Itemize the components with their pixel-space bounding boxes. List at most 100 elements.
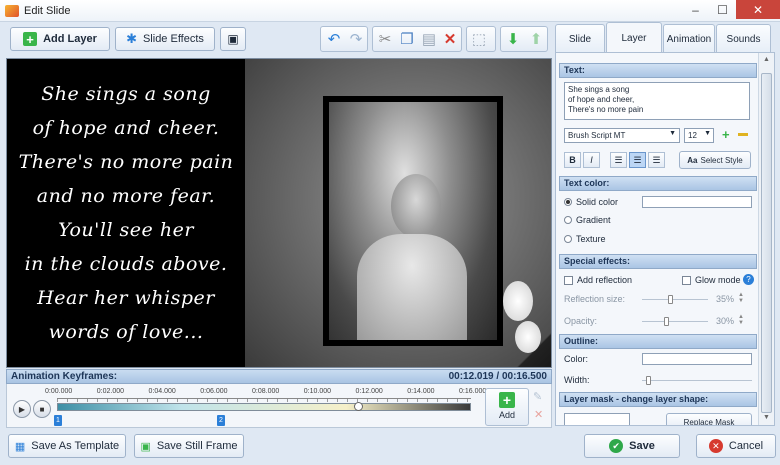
delete-icon[interactable]: ✕ (440, 29, 460, 49)
italic-button[interactable]: I (583, 152, 600, 168)
move-up-icon[interactable]: ⬆ (526, 29, 546, 49)
text-color-swatch[interactable] (642, 196, 752, 208)
font-size-select[interactable]: 12 ▼ (684, 128, 714, 143)
add-layer-label: Add Layer (43, 33, 97, 45)
scroll-up-icon[interactable]: ▲ (763, 56, 770, 63)
chevron-down-icon: ▼ (669, 130, 676, 137)
cut-icon[interactable]: ✂ (375, 29, 395, 49)
maximize-button[interactable]: ☐ (709, 0, 736, 19)
spin-icon[interactable]: ▲ ▼ (738, 292, 744, 304)
text-color-header: Text color: (559, 176, 757, 191)
gradient-radio[interactable] (564, 216, 572, 224)
save-button[interactable]: ✔ Save (584, 434, 680, 458)
bold-button[interactable]: B (564, 152, 581, 168)
edit-keyframe-icon[interactable]: ✎ (533, 390, 542, 403)
align-left-button[interactable]: ☰ (610, 152, 627, 168)
outline-width-knob[interactable] (646, 376, 651, 385)
scrollbar-thumb[interactable] (761, 73, 772, 413)
tab-slide[interactable]: Slide (555, 24, 605, 53)
decrease-size-icon[interactable] (738, 133, 748, 136)
text-section-header: Text: (559, 63, 757, 78)
keyframes-header: Animation Keyframes: 00:12.019 / 00:16.5… (6, 369, 552, 384)
template-icon: ▦ (14, 440, 26, 453)
text-layer[interactable]: She sings a song of hope and cheer. Ther… (7, 59, 245, 367)
font-size-value: 12 (688, 131, 697, 140)
align-icon[interactable]: ⬚ (469, 29, 489, 49)
app-icon (5, 4, 19, 17)
reflection-size-slider[interactable] (642, 299, 708, 300)
poem-line: of hope and cheer. (32, 117, 220, 139)
opacity-value: 30% (716, 316, 735, 326)
add-layer-button[interactable]: + Add Layer (10, 27, 110, 51)
add-reflection-checkbox[interactable] (564, 276, 573, 285)
increase-size-icon[interactable]: + (722, 127, 730, 142)
window-title: Edit Slide (24, 4, 71, 17)
cancel-button[interactable]: ✕ Cancel (696, 434, 776, 458)
portrait-face (391, 174, 441, 238)
move-down-icon[interactable]: ⬇ (503, 29, 523, 49)
texture-radio[interactable] (564, 235, 572, 243)
copy-icon[interactable]: ❐ (397, 29, 417, 49)
add-reflection-label: Add reflection (577, 275, 633, 285)
keyframe-marker[interactable]: 2 (217, 415, 225, 426)
camera-button[interactable]: ▣ (220, 27, 246, 51)
outline-width-slider[interactable] (642, 380, 752, 381)
opacity-knob[interactable] (664, 317, 669, 326)
panel-scrollbar[interactable]: ▲ ▼ (758, 53, 774, 425)
align-center-button[interactable]: ☰ (629, 152, 646, 168)
replace-mask-button[interactable]: Replace Mask (666, 413, 752, 425)
paste-icon[interactable]: ▤ (419, 29, 439, 49)
help-icon[interactable]: ? (743, 274, 754, 285)
add-keyframe-button[interactable]: + Add (485, 388, 529, 426)
timeline-tick-label: 0:10.000 (303, 388, 331, 395)
solid-color-radio[interactable] (564, 198, 572, 206)
tab-sounds[interactable]: Sounds (716, 24, 771, 53)
save-still-frame-label: Save Still Frame (156, 440, 238, 452)
reflection-size-knob[interactable] (668, 295, 673, 304)
cancel-icon: ✕ (708, 439, 723, 453)
mask-preview (564, 413, 630, 425)
delete-keyframe-icon[interactable]: ✕ (534, 408, 543, 421)
minimize-button[interactable]: – (682, 0, 709, 19)
spin-icon[interactable]: ▲ ▼ (738, 314, 744, 326)
save-template-button[interactable]: ▦ Save As Template (8, 434, 126, 458)
opacity-slider[interactable] (642, 321, 708, 322)
scroll-down-icon[interactable]: ▼ (763, 414, 770, 421)
timeline-tick-label: 0:16.000 (459, 388, 487, 395)
plus-icon: + (499, 392, 515, 408)
save-still-frame-button[interactable]: ▣ Save Still Frame (134, 434, 244, 458)
bottom-bar: ▦ Save As Template ▣ Save Still Frame ✔ … (0, 430, 780, 465)
text-editor[interactable]: She sings a song of hope and cheer, Ther… (564, 82, 750, 120)
image-icon: ▣ (140, 440, 151, 453)
glow-mode-label: Glow mode (695, 275, 741, 285)
stop-button[interactable]: ■ (33, 400, 51, 418)
align-right-button[interactable]: ☰ (648, 152, 665, 168)
text-line: She sings a song (568, 85, 630, 94)
plus-icon: + (23, 32, 38, 47)
font-value: Brush Script MT (568, 131, 626, 140)
outline-color-swatch[interactable] (642, 353, 752, 365)
tab-animation[interactable]: Animation (663, 24, 715, 53)
glow-mode-checkbox[interactable] (682, 276, 691, 285)
keyframe-marker[interactable]: 1 (54, 415, 62, 426)
save-template-label: Save As Template (31, 440, 120, 452)
flower-decoration (515, 321, 541, 353)
select-style-label: Select Style (700, 155, 743, 165)
font-select[interactable]: Brush Script MT ▼ (564, 128, 680, 143)
timeline-track[interactable] (57, 403, 471, 411)
check-icon: ✔ (609, 439, 624, 453)
camera-icon: ▣ (227, 32, 239, 46)
timeline-tick-label: 0:00.000 (45, 388, 73, 395)
tab-layer[interactable]: Layer (606, 22, 662, 53)
slide-effects-button[interactable]: ✱ Slide Effects (115, 27, 215, 51)
reflection-size-value: 35% (716, 294, 735, 304)
select-style-button[interactable]: Aa Select Style (679, 151, 751, 169)
close-button[interactable]: ✕ (736, 0, 780, 19)
play-button[interactable]: ▶ (13, 400, 31, 418)
cancel-label: Cancel (728, 440, 764, 452)
undo-icon[interactable]: ↶ (324, 29, 344, 49)
redo-icon[interactable]: ↷ (346, 29, 366, 49)
slide-preview[interactable]: She sings a song of hope and cheer. Ther… (6, 58, 552, 368)
layer-mask-header: Layer mask - change layer shape: (559, 392, 757, 407)
timeline-tick-label: 0:02.000 (96, 388, 124, 395)
